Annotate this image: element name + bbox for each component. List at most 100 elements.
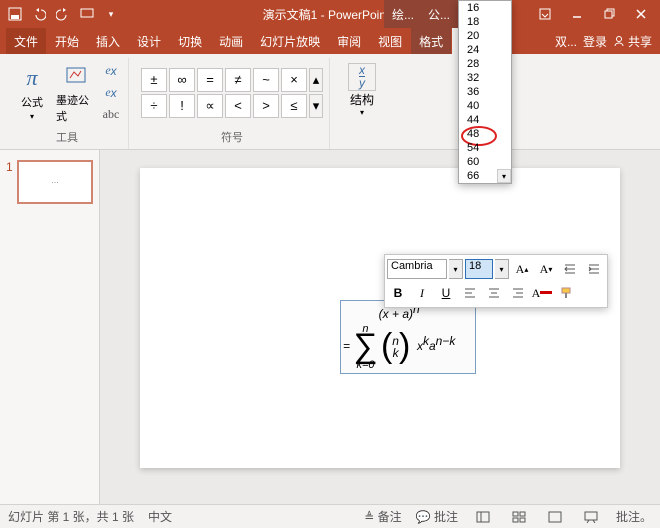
equation-container[interactable]: (x + a)n = n ∑ k=0 ( nk ): [340, 300, 476, 374]
normal-text-icon[interactable]: abc: [100, 105, 122, 125]
comments-button[interactable]: 💬 批注: [416, 508, 458, 525]
tab-view[interactable]: 视图: [370, 28, 410, 54]
symbol-∝[interactable]: ∝: [197, 94, 223, 118]
font-size-option-36[interactable]: 36: [459, 85, 511, 99]
tab-file[interactable]: 文件: [6, 28, 46, 54]
minimize-icon[interactable]: [562, 3, 592, 25]
font-size-option-60[interactable]: 60: [459, 155, 511, 169]
group-tools: π 公式 ▾ 墨迹公式 ex ex abc 工具: [6, 58, 129, 149]
save-icon[interactable]: [4, 3, 26, 25]
redo-icon[interactable]: [52, 3, 74, 25]
slide-thumbnail[interactable]: 1 ∙∙∙: [6, 160, 93, 204]
start-slideshow-icon[interactable]: [76, 3, 98, 25]
symbol-÷[interactable]: ÷: [141, 94, 167, 118]
font-size-option-28[interactable]: 28: [459, 57, 511, 71]
thumbnail-pane[interactable]: 1 ∙∙∙: [0, 150, 100, 504]
mini-toolbar: Cambria ▾ 18 ▾ A▴ A▾ B I U A: [384, 254, 608, 308]
font-size-dropdown-icon[interactable]: ▾: [495, 259, 509, 279]
format-painter-icon[interactable]: [555, 282, 577, 304]
login-link[interactable]: 登录: [583, 33, 607, 50]
decrease-indent-icon[interactable]: [559, 258, 581, 280]
decrease-font-icon[interactable]: A▾: [535, 258, 557, 280]
font-size-dropdown[interactable]: 16182024283236404448546066▾: [458, 0, 512, 184]
symbol-<[interactable]: <: [225, 94, 251, 118]
tab-review[interactable]: 审阅: [329, 28, 369, 54]
font-size-option-18[interactable]: 18: [459, 15, 511, 29]
tab-context2[interactable]: 公...: [420, 0, 458, 28]
slideshow-view-icon[interactable]: [580, 508, 602, 526]
slide-canvas-area[interactable]: (x + a)n = n ∑ k=0 ( nk ): [100, 150, 660, 504]
symbol-=[interactable]: =: [197, 68, 223, 92]
tab-context1[interactable]: 绘...: [384, 0, 422, 28]
font-color-icon[interactable]: A: [531, 282, 553, 304]
font-family-select[interactable]: Cambria: [387, 259, 447, 279]
linear-icon[interactable]: ex: [100, 83, 122, 103]
tab-animation[interactable]: 动画: [211, 28, 251, 54]
symbols-expand-icon[interactable]: ▾: [309, 94, 323, 118]
font-family-dropdown-icon[interactable]: ▾: [449, 259, 463, 279]
qat-more-icon[interactable]: ▾: [100, 3, 122, 25]
font-size-option-24[interactable]: 24: [459, 43, 511, 57]
tab-home[interactable]: 开始: [47, 28, 87, 54]
group-label-tools: 工具: [56, 127, 78, 147]
tools-side: ex ex abc: [100, 61, 122, 125]
symbol-≠[interactable]: ≠: [225, 68, 251, 92]
align-left-icon[interactable]: [459, 282, 481, 304]
symbol->[interactable]: >: [253, 94, 279, 118]
tab-insert[interactable]: 插入: [88, 28, 128, 54]
symbol-≤[interactable]: ≤: [281, 94, 307, 118]
bold-button[interactable]: B: [387, 282, 409, 304]
group-symbols: ±∞=≠~×▴ ÷!∝<>≤▾ 符号: [135, 58, 330, 149]
slide[interactable]: (x + a)n = n ∑ k=0 ( nk ): [140, 168, 620, 468]
symbol-∞[interactable]: ∞: [169, 68, 195, 92]
fraction-icon: xy: [348, 63, 376, 91]
slide-counter: 幻灯片 第 1 张，共 1 张: [8, 508, 134, 525]
ribbon-options-icon[interactable]: [530, 3, 560, 25]
fraction-button[interactable]: xy 结构 ▾: [342, 63, 382, 127]
font-size-option-32[interactable]: 32: [459, 71, 511, 85]
window-controls: [530, 3, 656, 25]
symbol-![interactable]: !: [169, 94, 195, 118]
symbols-scroll-up-icon[interactable]: ▴: [309, 68, 323, 92]
normal-view-icon[interactable]: [472, 508, 494, 526]
thumbnail-number: 1: [6, 160, 13, 204]
equation[interactable]: (x + a)n = n ∑ k=0 ( nk ): [343, 303, 455, 371]
close-icon[interactable]: [626, 3, 656, 25]
pi-icon: π: [18, 64, 46, 92]
font-size-option-44[interactable]: 44: [459, 113, 511, 127]
font-size-select[interactable]: 18: [465, 259, 493, 279]
align-right-icon[interactable]: [507, 282, 529, 304]
ink-icon: [62, 62, 90, 90]
symbol-±[interactable]: ±: [141, 68, 167, 92]
font-size-option-40[interactable]: 40: [459, 99, 511, 113]
underline-button[interactable]: U: [435, 282, 457, 304]
restore-icon[interactable]: [594, 3, 624, 25]
tab-transitions[interactable]: 切换: [170, 28, 210, 54]
tab-format[interactable]: 格式: [411, 28, 451, 54]
notes-status: 批注。: [616, 508, 652, 525]
notes-button[interactable]: ≜ 备注: [364, 508, 401, 525]
font-size-option-16[interactable]: 16: [459, 1, 511, 15]
dropdown-scroll-icon[interactable]: ▾: [497, 169, 511, 183]
reading-view-icon[interactable]: [544, 508, 566, 526]
sorter-view-icon[interactable]: [508, 508, 530, 526]
increase-font-icon[interactable]: A▴: [511, 258, 533, 280]
equation-button[interactable]: π 公式 ▾: [12, 61, 52, 125]
thumbnail-preview[interactable]: ∙∙∙: [17, 160, 93, 204]
symbol-~[interactable]: ~: [253, 68, 279, 92]
ink-equation-button[interactable]: 墨迹公式: [56, 61, 96, 125]
symbol-×[interactable]: ×: [281, 68, 307, 92]
font-size-option-20[interactable]: 20: [459, 29, 511, 43]
undo-icon[interactable]: [28, 3, 50, 25]
tab-extra[interactable]: 双...: [555, 33, 577, 50]
increase-indent-icon[interactable]: [583, 258, 605, 280]
share-button[interactable]: 共享: [613, 33, 652, 50]
font-size-option-48[interactable]: 48: [459, 127, 511, 141]
language-status[interactable]: 中文: [148, 508, 172, 525]
tab-design[interactable]: 设计: [129, 28, 169, 54]
font-size-option-54[interactable]: 54: [459, 141, 511, 155]
professional-icon[interactable]: ex: [100, 61, 122, 81]
align-center-icon[interactable]: [483, 282, 505, 304]
tab-slideshow[interactable]: 幻灯片放映: [252, 28, 328, 54]
italic-button[interactable]: I: [411, 282, 433, 304]
